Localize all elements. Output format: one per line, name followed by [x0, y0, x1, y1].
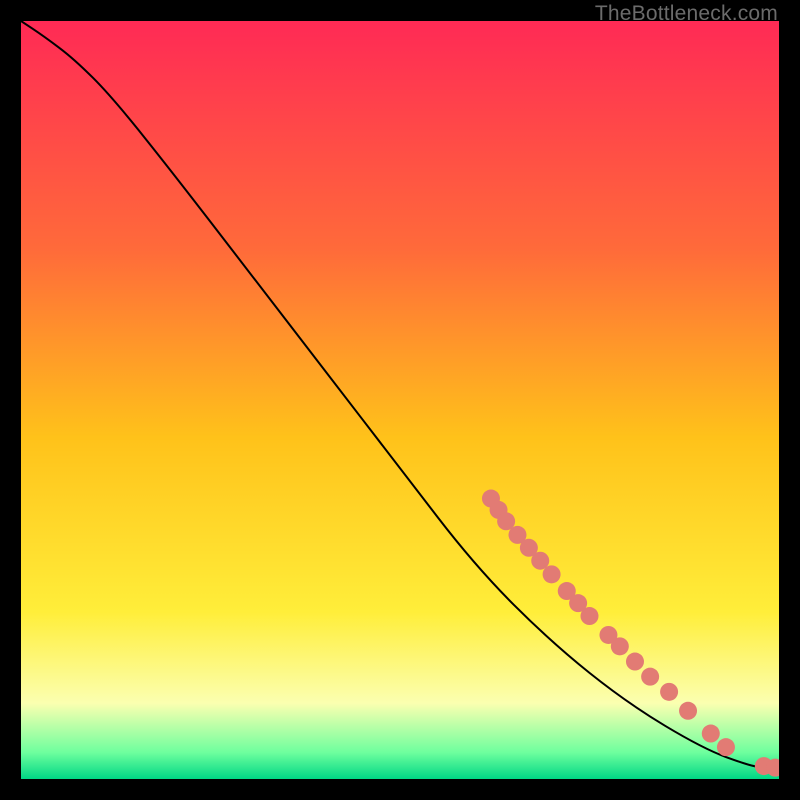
- watermark-text: TheBottleneck.com: [595, 2, 778, 26]
- data-point: [679, 702, 697, 720]
- plot-area: [21, 21, 779, 779]
- data-point: [626, 653, 644, 671]
- data-point: [660, 683, 678, 701]
- chart-svg: [21, 21, 779, 779]
- data-point: [611, 637, 629, 655]
- gradient-background: [21, 21, 779, 779]
- data-point: [702, 725, 720, 743]
- data-point: [581, 607, 599, 625]
- data-point: [543, 565, 561, 583]
- chart-frame: TheBottleneck.com: [0, 0, 800, 800]
- data-point: [717, 738, 735, 756]
- data-point: [641, 668, 659, 686]
